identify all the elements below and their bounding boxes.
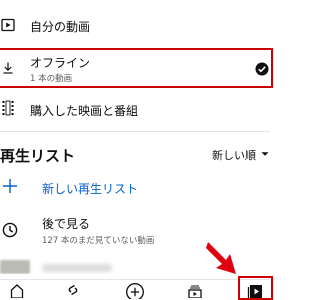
watch-later-label: 後で見る (42, 217, 91, 231)
sort-label: 新しい順 (212, 149, 256, 162)
library-highlight-box (238, 276, 273, 300)
new-playlist-label: 新しい再生リスト (42, 182, 139, 196)
plus-icon (2, 177, 18, 197)
nav-subscriptions[interactable] (178, 282, 212, 299)
watch-later-count: 127 本のまだ見ていない動画 (42, 236, 155, 246)
nav-create[interactable] (118, 282, 152, 299)
purchases-item[interactable]: 購入した映画と番組 (0, 94, 270, 124)
section-divider (0, 131, 270, 132)
create-icon (125, 282, 145, 299)
playlist-title-blurred (42, 264, 112, 272)
new-playlist-button[interactable]: 新しい再生リスト (0, 175, 270, 203)
my-videos-item[interactable]: 自分の動画 (0, 10, 270, 40)
red-arrow-annotation (206, 242, 236, 274)
sort-button[interactable]: 新しい順 (212, 147, 270, 163)
shorts-icon (65, 282, 81, 298)
my-videos-label: 自分の動画 (30, 20, 91, 34)
purchases-label: 購入した映画と番組 (30, 104, 139, 118)
offline-highlight-box (0, 48, 273, 88)
subscriptions-icon (187, 282, 203, 298)
clock-icon (2, 222, 18, 242)
playlists-title: 再生リスト (0, 147, 76, 165)
bottom-navigation (0, 279, 270, 299)
nav-home[interactable] (0, 282, 34, 299)
nav-shorts[interactable] (56, 282, 90, 299)
home-icon (9, 282, 25, 298)
playlist-thumbnail (0, 260, 30, 274)
play-box-icon (0, 17, 16, 33)
chevron-down-icon (260, 149, 270, 162)
film-strip-icon (0, 100, 16, 116)
